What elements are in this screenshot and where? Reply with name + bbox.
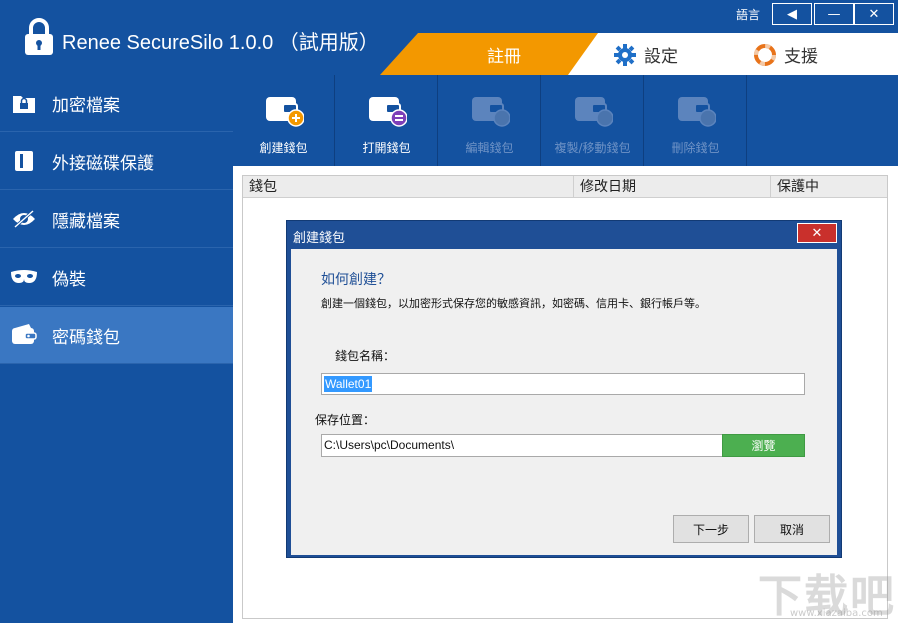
usb-drive-icon — [10, 147, 38, 175]
dialog-close-button[interactable]: ✕ — [797, 223, 837, 243]
wallet-name-input[interactable]: Wallet01 — [321, 373, 805, 395]
back-button[interactable]: ◀ — [772, 3, 812, 25]
edit-wallet-label: 編輯錢包 — [465, 141, 514, 155]
mask-icon — [10, 263, 38, 291]
sidebar-item-hide-files[interactable]: 隱藏檔案 — [0, 191, 233, 248]
sidebar: 加密檔案 外接磁碟保護 隱藏檔案 偽裝 密碼錢包 — [0, 75, 233, 623]
list-header: 錢包 修改日期 保護中 — [243, 176, 887, 198]
wallet-name-label: 錢包名稱： — [335, 349, 396, 363]
dialog-titlebar[interactable]: 創建錢包 ✕ — [287, 221, 841, 249]
tab-support[interactable]: 支援 — [754, 42, 818, 67]
sidebar-item-password-wallet[interactable]: 密碼錢包 — [0, 307, 233, 364]
tab-register-label: 註冊 — [487, 46, 521, 67]
lock-logo-icon — [25, 18, 53, 55]
wallet-open-icon — [367, 89, 408, 129]
app-title: Renee SecureSilo 1.0.0 （試用版） — [62, 32, 379, 54]
toolbar: 創建錢包 打開錢包 編輯錢包 複製/移動錢包 刪除錢包 — [233, 75, 898, 166]
copy-move-wallet-button[interactable]: 複製/移動錢包 — [542, 75, 644, 166]
tab-register[interactable]: 註冊 — [380, 33, 598, 75]
gear-icon — [614, 43, 636, 66]
tab-settings-label: 設定 — [644, 47, 678, 67]
cancel-button[interactable]: 取消 — [754, 515, 830, 543]
tab-settings[interactable]: 設定 — [614, 42, 678, 67]
edit-wallet-button[interactable]: 編輯錢包 — [439, 75, 541, 166]
create-wallet-button[interactable]: 創建錢包 — [233, 75, 335, 166]
lock-folder-icon — [10, 89, 38, 117]
save-location-label: 保存位置： — [315, 413, 376, 427]
sidebar-item-label: 隱藏檔案 — [52, 211, 120, 232]
dialog-description: 創建一個錢包，以加密形式保存您的敏感資訊，如密碼、信用卡、銀行帳戶等。 — [321, 297, 706, 310]
sidebar-item-label: 偽裝 — [52, 269, 86, 290]
dialog-heading: 如何創建？ — [321, 272, 391, 288]
sidebar-item-label: 密碼錢包 — [52, 327, 120, 348]
dialog-body: 如何創建？ 創建一個錢包，以加密形式保存您的敏感資訊，如密碼、信用卡、銀行帳戶等… — [291, 249, 837, 555]
lifebuoy-icon — [754, 43, 776, 66]
wallet-move-icon — [573, 89, 614, 129]
language-button[interactable]: 語言 — [736, 6, 760, 23]
wallet-name-value: Wallet01 — [324, 376, 373, 392]
copy-move-wallet-label: 複製/移動錢包 — [554, 141, 631, 155]
sidebar-item-label: 外接磁碟保護 — [52, 153, 154, 174]
minimize-button[interactable]: — — [814, 3, 854, 25]
wallet-edit-icon — [470, 89, 511, 129]
next-button[interactable]: 下一步 — [673, 515, 749, 543]
sidebar-item-external-drive[interactable]: 外接磁碟保護 — [0, 133, 233, 190]
create-wallet-label: 創建錢包 — [259, 141, 308, 155]
browse-button[interactable]: 瀏覽 — [722, 434, 805, 457]
title-bar: Renee SecureSilo 1.0.0 （試用版） 語言 ◀ — ✕ 註冊… — [0, 0, 898, 75]
save-location-input[interactable]: C:\Users\pc\Documents\ — [321, 434, 723, 457]
open-wallet-button[interactable]: 打開錢包 — [336, 75, 438, 166]
watermark-url: www.xiazaiba.com — [790, 608, 883, 619]
open-wallet-label: 打開錢包 — [362, 141, 411, 155]
column-header-protected[interactable]: 保護中 — [771, 176, 887, 198]
wallet-add-icon — [264, 89, 305, 129]
tab-support-label: 支援 — [784, 47, 818, 67]
column-header-modified[interactable]: 修改日期 — [574, 176, 771, 198]
create-wallet-dialog: 創建錢包 ✕ 如何創建？ 創建一個錢包，以加密形式保存您的敏感資訊，如密碼、信用… — [286, 220, 842, 558]
sidebar-item-encrypt-files[interactable]: 加密檔案 — [0, 75, 233, 132]
close-window-button[interactable]: ✕ — [854, 3, 894, 25]
sidebar-item-disguise[interactable]: 偽裝 — [0, 249, 233, 306]
column-header-wallet[interactable]: 錢包 — [243, 176, 574, 198]
delete-wallet-label: 刪除錢包 — [671, 141, 720, 155]
delete-wallet-button[interactable]: 刪除錢包 — [645, 75, 747, 166]
wallet-icon — [10, 321, 38, 349]
dialog-title: 創建錢包 — [293, 231, 346, 246]
eye-slash-icon — [10, 205, 38, 233]
wallet-delete-icon — [676, 89, 717, 129]
sidebar-item-label: 加密檔案 — [52, 95, 120, 116]
